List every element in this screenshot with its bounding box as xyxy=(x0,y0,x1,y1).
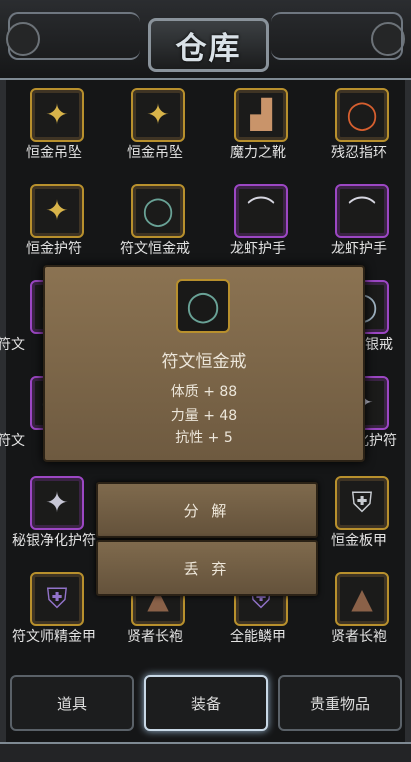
item-slot: ▲ xyxy=(335,572,389,626)
inventory-item[interactable]: ▟ 魔力之靴 xyxy=(210,84,306,172)
gauntlet-icon: ⌒ xyxy=(246,194,275,227)
left-ornament-icon xyxy=(6,22,40,56)
tab-items[interactable]: 道具 xyxy=(10,675,134,731)
decompose-button[interactable]: 分 解 xyxy=(96,482,318,538)
inventory-item[interactable]: ✦ 恒金吊坠 xyxy=(6,84,102,172)
inventory-item[interactable]: ⛨ 恒金板甲 xyxy=(311,472,407,560)
inventory-item[interactable]: ⛨ 符文师精金甲 xyxy=(6,568,102,656)
item-slot: ✦ xyxy=(30,88,84,142)
item-name: 恒金板甲 xyxy=(331,533,387,549)
armor-icon: ⛨ xyxy=(351,486,373,519)
item-slot: ◯ xyxy=(335,88,389,142)
item-name: 恒金吊坠 xyxy=(127,145,183,161)
item-name: 残忍指环 xyxy=(331,145,387,161)
detail-stat: 体质 + 88 xyxy=(170,384,238,400)
top-frame: 仓库 xyxy=(0,0,411,80)
inventory-item[interactable]: ◯ 残忍指环 xyxy=(311,84,407,172)
item-name: 恒金吊坠 xyxy=(26,145,82,161)
item-name: 符文师精金甲 xyxy=(12,629,96,645)
item-slot: ⌒ xyxy=(234,184,288,238)
item-name: 秘银净化护符 xyxy=(12,533,96,549)
detail-stat: 力量 + 48 xyxy=(170,408,238,424)
ring-icon: ◯ xyxy=(186,288,220,324)
detail-item-slot: ◯ xyxy=(176,279,230,333)
armor-icon: ⛨ xyxy=(46,582,68,615)
boots-icon: ▟ xyxy=(250,98,272,131)
item-detail-panel: ◯ 符文恒金戒 体质 + 88 力量 + 48 抗性 + 5 xyxy=(43,265,365,462)
item-name: 魔力之靴 xyxy=(230,145,286,161)
gauntlet-icon: ⌒ xyxy=(347,194,376,227)
item-slot: ✦ xyxy=(30,184,84,238)
item-name: 龙虾护手 xyxy=(230,241,286,257)
item-name: 贤者长袍 xyxy=(127,629,183,645)
discard-button[interactable]: 丢 弃 xyxy=(96,540,318,596)
detail-stat: 抗性 + 5 xyxy=(175,430,233,446)
item-slot: ⛨ xyxy=(30,572,84,626)
item-slot: ▟ xyxy=(234,88,288,142)
ring-icon: ◯ xyxy=(142,194,174,227)
inventory-item[interactable]: ⌒ 龙虾护手 xyxy=(311,180,407,268)
page-title: 仓库 xyxy=(148,18,269,72)
pendant-icon: ✦ xyxy=(146,98,170,131)
item-name: 全能鳞甲 xyxy=(230,629,286,645)
inventory-item[interactable]: ⌒ 龙虾护手 xyxy=(210,180,306,268)
pendant-icon: ✦ xyxy=(45,98,69,131)
item-slot: ✦ xyxy=(131,88,185,142)
item-slot: ◯ xyxy=(131,184,185,238)
inventory-item[interactable]: ✦ 恒金吊坠 xyxy=(107,84,203,172)
inventory-item[interactable]: ✦ 秘银净化护符 xyxy=(6,472,102,560)
item-slot: ⌒ xyxy=(335,184,389,238)
category-tabs: 道具 装备 贵重物品 xyxy=(0,665,411,740)
item-name: 恒金护符 xyxy=(26,241,82,257)
detail-item-name: 符文恒金戒 xyxy=(161,352,247,372)
item-name: 龙虾护手 xyxy=(331,241,387,257)
right-ornament-icon xyxy=(371,22,405,56)
amulet-icon: ✦ xyxy=(45,194,69,227)
item-name: 贤者长袍 xyxy=(331,629,387,645)
bottom-frame xyxy=(0,742,411,762)
item-name: 符文恒金戒 xyxy=(120,241,190,257)
item-slot: ⛨ xyxy=(335,476,389,530)
robe-icon: ▲ xyxy=(351,582,373,615)
inventory-item[interactable]: ✦ 恒金护符 xyxy=(6,180,102,268)
inventory-item[interactable]: ▲ 贤者长袍 xyxy=(311,568,407,656)
tab-valuables[interactable]: 贵重物品 xyxy=(278,675,402,731)
tab-equipment[interactable]: 装备 xyxy=(144,675,268,731)
amulet-icon: ✦ xyxy=(45,486,69,519)
item-slot: ✦ xyxy=(30,476,84,530)
inventory-item[interactable]: ◯ 符文恒金戒 xyxy=(107,180,203,268)
ring-icon: ◯ xyxy=(346,98,378,131)
